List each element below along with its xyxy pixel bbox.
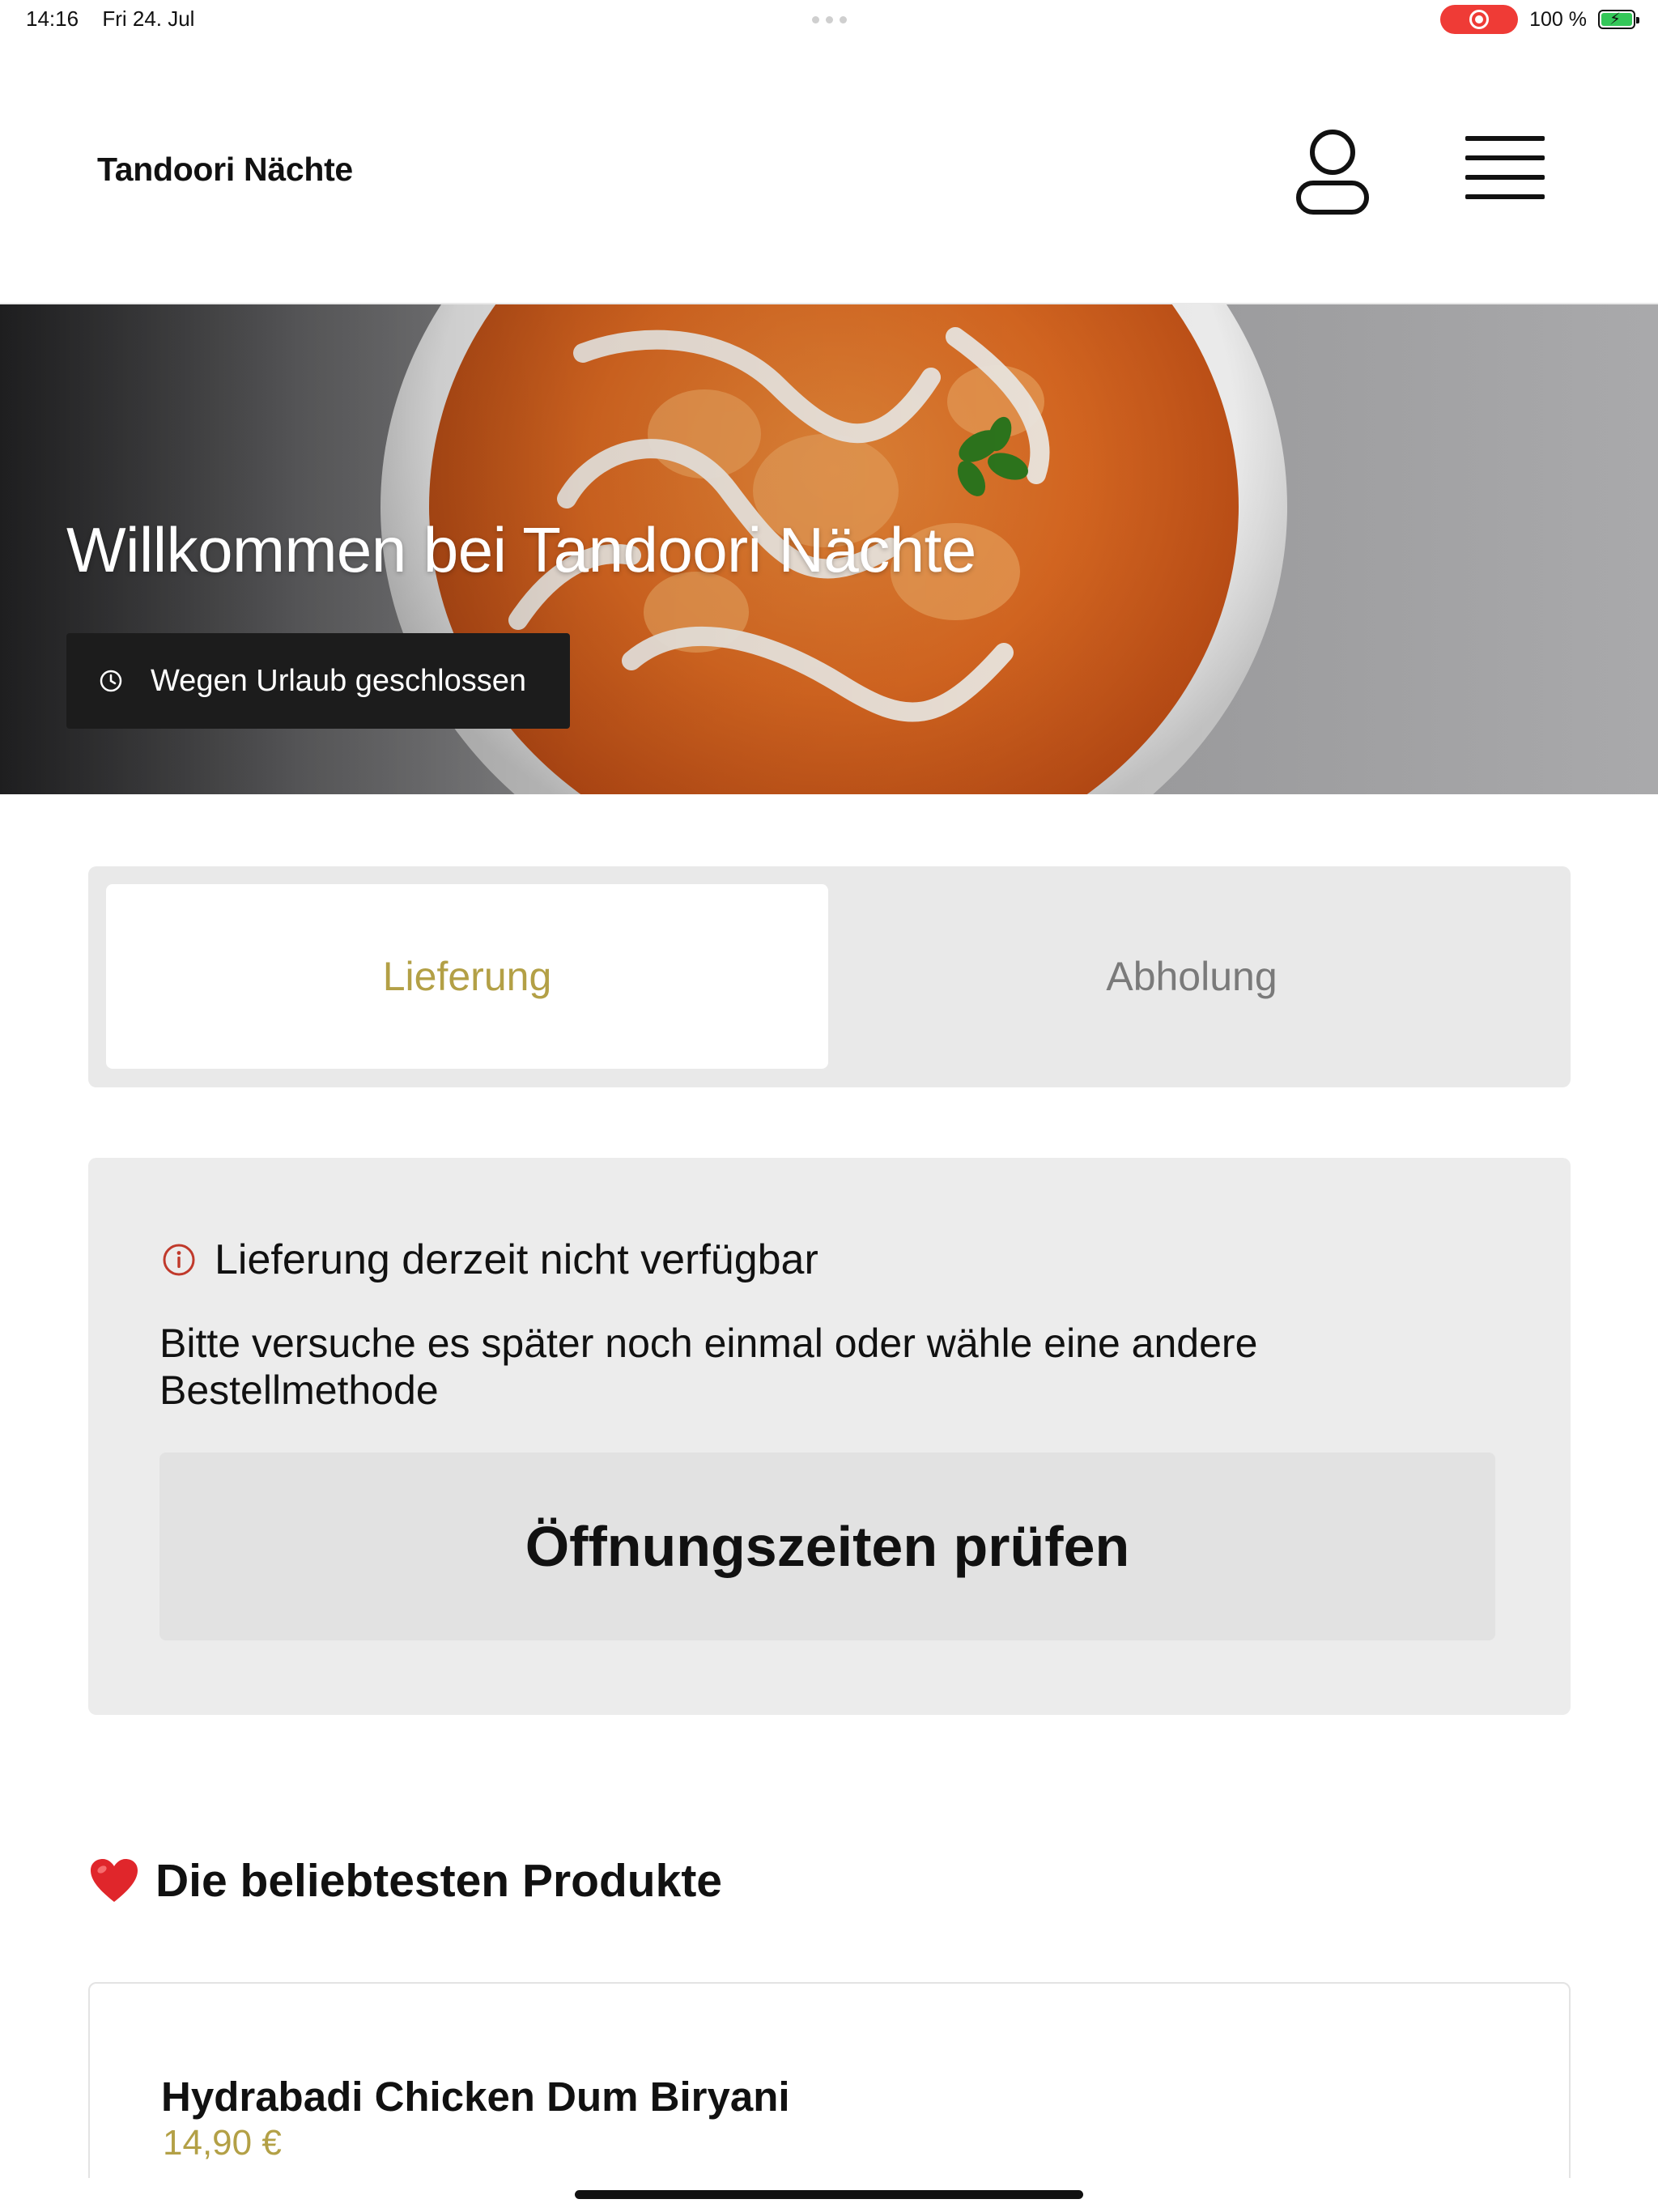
app-screen: 14:16 Fri 24. Jul 100 % ⚡ Tandoori Nächt… xyxy=(0,0,1658,2212)
tab-delivery[interactable]: Lieferung xyxy=(106,884,828,1069)
red-heart-icon xyxy=(91,1859,138,1902)
clock-icon xyxy=(100,670,122,692)
delivery-unavailable-notice: Lieferung derzeit nicht verfügbar Bitte … xyxy=(88,1158,1571,1715)
status-date: Fri 24. Jul xyxy=(102,6,195,31)
popular-products-heading: Die beliebtesten Produkte xyxy=(89,1854,722,1908)
check-opening-hours-button[interactable]: Öffnungszeiten prüfen xyxy=(159,1453,1495,1640)
status-time: 14:16 xyxy=(26,6,79,31)
hero-banner: Willkommen bei Tandoori Nächte Wegen Url… xyxy=(0,304,1658,794)
status-left: 14:16 Fri 24. Jul xyxy=(26,6,212,32)
notice-message: Bitte versuche es später noch einmal ode… xyxy=(159,1321,1258,1413)
product-name: Hydrabadi Chicken Dum Biryani xyxy=(161,2074,790,2120)
store-status-badge: Wegen Urlaub geschlossen xyxy=(66,633,570,729)
multitasking-dots-icon[interactable] xyxy=(812,16,847,23)
screen-recording-icon[interactable] xyxy=(1440,5,1519,34)
brand-name[interactable]: Tandoori Nächte xyxy=(97,151,353,189)
popular-products-title: Die beliebtesten Produkte xyxy=(155,1855,723,1907)
product-price: 14,90 € xyxy=(163,2123,282,2163)
status-right: 100 % ⚡ xyxy=(1440,5,1639,34)
notice-title: Lieferung derzeit nicht verfügbar xyxy=(215,1236,818,1283)
home-indicator[interactable] xyxy=(575,2190,1083,2199)
battery-icon: ⚡ xyxy=(1598,10,1639,29)
tab-pickup[interactable]: Abholung xyxy=(831,884,1553,1069)
order-method-toggle: Lieferung Abholung xyxy=(88,866,1571,1087)
notice-header: Lieferung derzeit nicht verfügbar xyxy=(161,1236,818,1284)
user-icon[interactable] xyxy=(1294,126,1371,217)
store-status-label: Wegen Urlaub geschlossen xyxy=(151,663,527,698)
site-header: Tandoori Nächte xyxy=(0,39,1658,304)
status-bar: 14:16 Fri 24. Jul 100 % ⚡ xyxy=(0,0,1658,39)
info-circle-icon xyxy=(163,1244,195,1276)
hamburger-menu-icon[interactable] xyxy=(1465,136,1546,206)
battery-percent: 100 % xyxy=(1529,7,1587,31)
hero-title: Willkommen bei Tandoori Nächte xyxy=(66,514,976,585)
